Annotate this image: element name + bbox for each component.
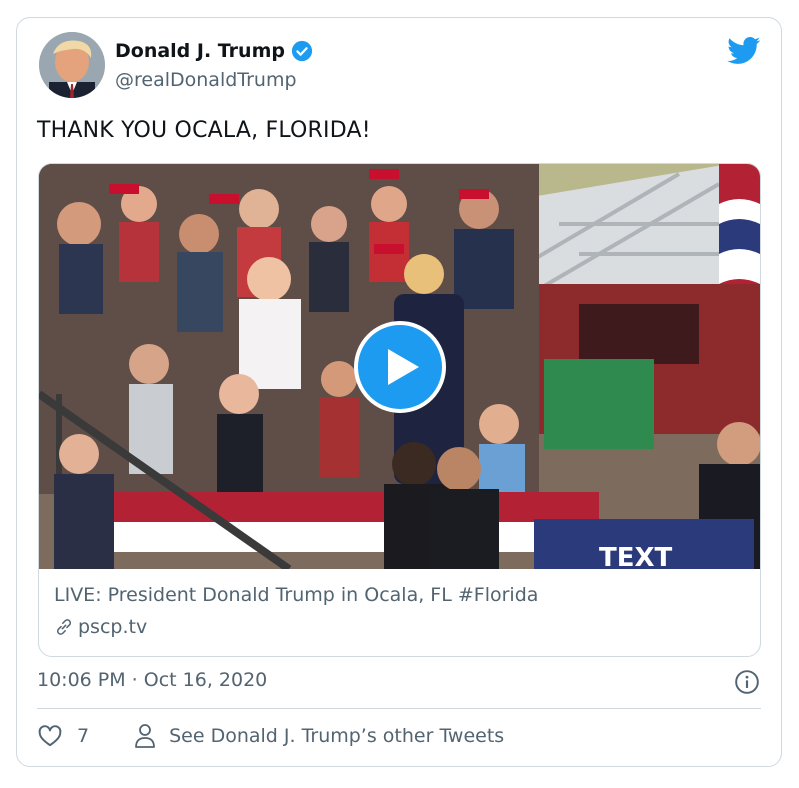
sign-text: TEXT — [599, 543, 673, 569]
like-button[interactable]: 7 — [37, 723, 89, 749]
video-thumbnail[interactable]: TEXT — [39, 164, 760, 569]
play-icon — [388, 349, 419, 385]
link-title[interactable]: LIVE: President Donald Trump in Ocala, F… — [54, 584, 538, 606]
divider — [37, 708, 761, 709]
other-tweets-label[interactable]: See Donald J. Trump’s other Tweets — [169, 725, 504, 747]
person-icon — [135, 724, 155, 748]
link-domain[interactable]: pscp.tv — [54, 616, 147, 638]
author-display-name[interactable]: Donald J. Trump — [115, 40, 285, 62]
other-tweets-link[interactable]: See Donald J. Trump’s other Tweets — [133, 723, 504, 749]
avatar[interactable] — [39, 32, 105, 98]
tweet-text: THANK YOU OCALA, FLORIDA! — [37, 118, 371, 143]
link-domain-text[interactable]: pscp.tv — [78, 616, 147, 638]
like-count: 7 — [77, 725, 90, 747]
info-icon[interactable] — [734, 669, 760, 695]
tweet-timestamp[interactable]: 10:06 PM · Oct 16, 2020 — [37, 669, 267, 691]
verified-badge-icon — [291, 40, 313, 62]
author-name-row[interactable]: Donald J. Trump — [115, 40, 313, 62]
twitter-bird-icon[interactable] — [727, 37, 761, 65]
media-card[interactable]: TEXT LIVE: President Donald Trump in Oca… — [38, 163, 761, 657]
author-handle[interactable]: @realDonaldTrump — [115, 69, 297, 91]
tweet-actions: 7 See Donald J. Trump’s other Tweets — [37, 723, 504, 749]
play-button[interactable] — [354, 321, 446, 413]
heart-icon — [38, 725, 62, 747]
embedded-tweet-card: Donald J. Trump @realDonaldTrump THANK Y… — [16, 17, 782, 767]
link-icon — [56, 619, 72, 635]
